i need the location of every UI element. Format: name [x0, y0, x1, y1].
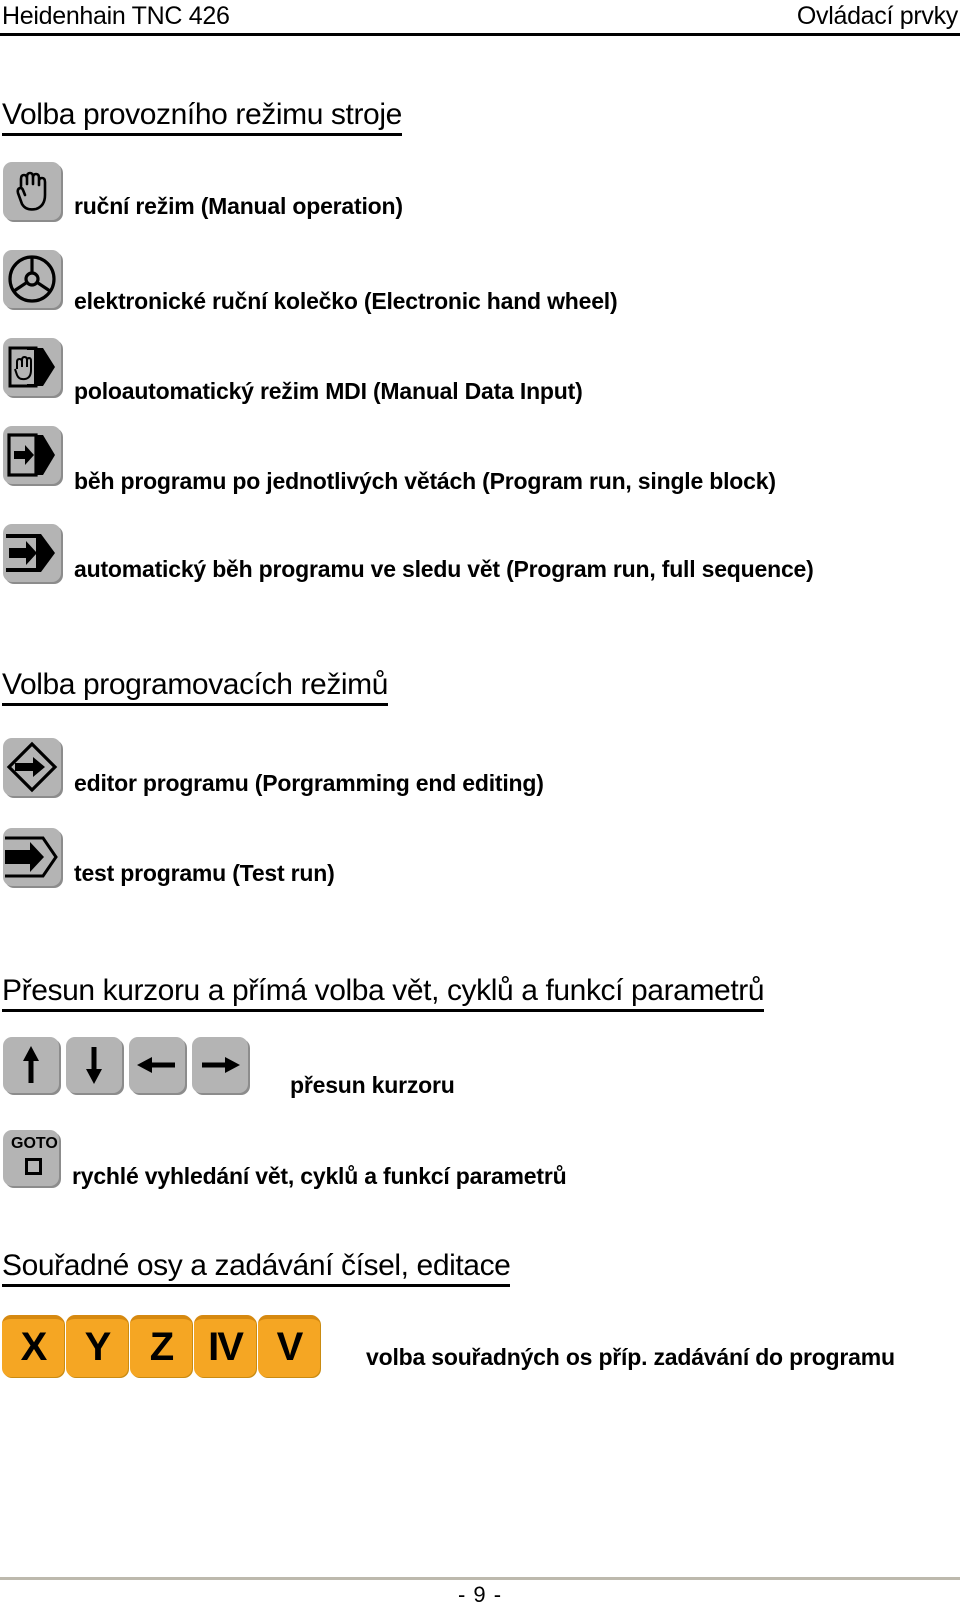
section-heading-machine-modes: Volba provozního režimu stroje	[2, 98, 402, 136]
caption-axis-selection: volba souřadných os příp. zadávání do pr…	[366, 1344, 895, 1370]
diamond-arrow-icon	[3, 738, 61, 796]
axis-key-x-label: X	[20, 1325, 48, 1369]
caption-mdi: poloautomatický režim MDI (Manual Data I…	[74, 378, 583, 404]
handwheel-icon	[3, 250, 61, 308]
goto-key-icon[interactable]: GOTO	[3, 1130, 59, 1186]
goto-square-icon	[25, 1158, 42, 1175]
single-block-arrow-icon	[3, 426, 61, 484]
caption-electronic-handwheel: elektronické ruční kolečko (Electronic h…	[74, 288, 618, 314]
page-number: - 9 -	[457, 1582, 503, 1607]
arrow-down-key[interactable]	[66, 1037, 122, 1093]
goto-key-label: GOTO	[11, 1135, 58, 1152]
caption-single-block: běh programu po jednotlivých větách (Pro…	[74, 468, 776, 494]
caption-goto-search: rychlé vyhledání vět, cyklů a funkcí par…	[72, 1163, 567, 1189]
axis-key-iv-label: IV	[208, 1325, 244, 1369]
section-heading-cursor-movement: Přesun kurzoru a přímá volba vět, cyklů …	[2, 974, 765, 1012]
page-header: Heidenhain TNC 426 Ovládací prvky	[0, 0, 960, 40]
section-heading-programming-modes: Volba programovacích režimů	[2, 668, 388, 706]
header-right-title: Ovládací prvky	[796, 2, 958, 30]
caption-program-editor: editor programu (Porgramming end editing…	[74, 770, 544, 796]
test-run-arrow-icon	[3, 828, 61, 886]
hand-icon	[3, 162, 61, 220]
axis-key-z[interactable]: Z	[130, 1315, 192, 1377]
header-left-title: Heidenhain TNC 426	[2, 2, 230, 30]
header-divider	[0, 33, 960, 36]
caption-manual-operation: ruční režim (Manual operation)	[74, 193, 403, 219]
section-heading-axes-and-numbers: Souřadné osy a zadávání čísel, editace	[2, 1249, 511, 1287]
caption-test-run: test programu (Test run)	[74, 860, 335, 886]
mdi-hand-arrow-icon	[3, 338, 61, 396]
arrow-up-key[interactable]	[3, 1037, 59, 1093]
axis-key-v[interactable]: V	[258, 1315, 320, 1377]
axis-key-y[interactable]: Y	[66, 1315, 128, 1377]
footer-divider	[0, 1577, 960, 1580]
axis-key-x[interactable]: X	[2, 1315, 64, 1377]
axis-key-y-label: Y	[84, 1325, 112, 1369]
axis-key-z-label: Z	[149, 1325, 174, 1369]
arrow-left-key[interactable]	[129, 1037, 185, 1093]
axis-key-iv[interactable]: IV	[194, 1315, 256, 1377]
arrow-right-key[interactable]	[192, 1037, 248, 1093]
caption-full-sequence: automatický běh programu ve sledu vět (P…	[74, 556, 814, 582]
full-sequence-arrow-icon	[3, 524, 61, 582]
axis-key-v-label: V	[276, 1325, 304, 1369]
caption-cursor-movement: přesun kurzoru	[290, 1072, 455, 1098]
